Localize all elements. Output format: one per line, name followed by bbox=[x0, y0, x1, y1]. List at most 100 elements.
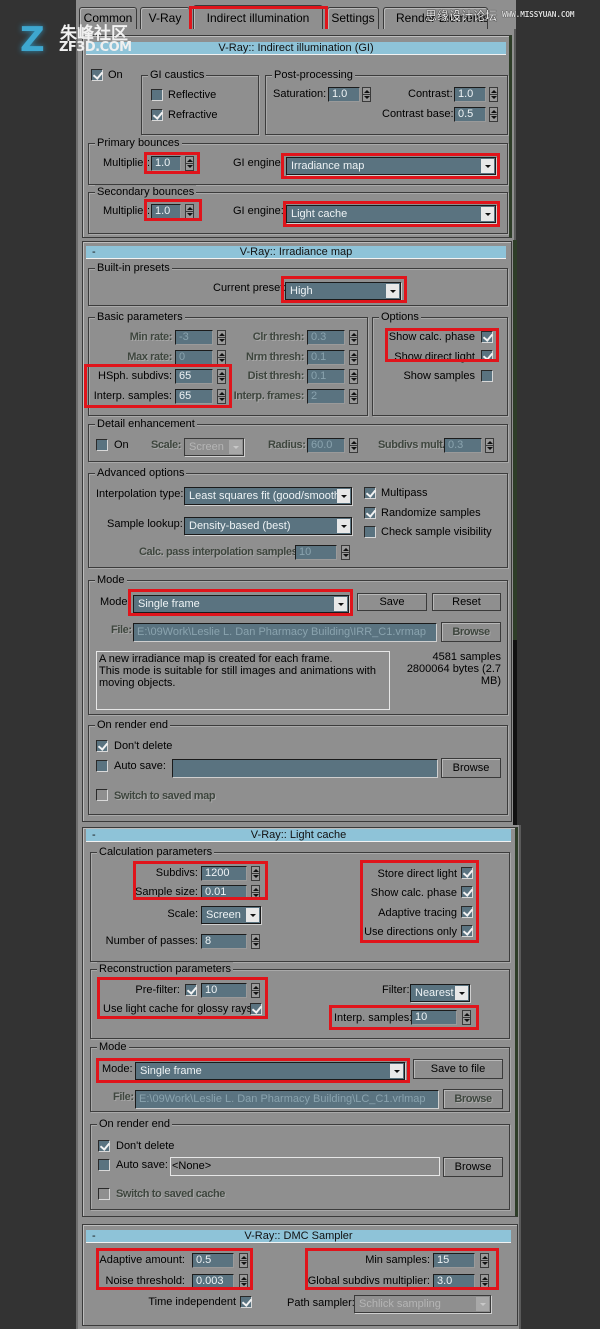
lc-passes-field[interactable]: 8 bbox=[201, 934, 247, 949]
show-calc-phase-checkbox[interactable] bbox=[481, 331, 493, 343]
primary-engine-dropdown[interactable]: Irradiance map bbox=[286, 157, 496, 175]
max-rate-field[interactable]: 0 bbox=[175, 350, 213, 365]
dmc-rollout-header[interactable]: - V-Ray:: DMC Sampler bbox=[86, 1230, 511, 1243]
adaptive-amount-spinner[interactable] bbox=[239, 1253, 248, 1268]
irr-mode-dropdown[interactable]: Single frame bbox=[133, 595, 349, 613]
secondary-multiplier-spinner[interactable] bbox=[185, 204, 194, 219]
lc-sample-size-spinner[interactable] bbox=[251, 885, 260, 900]
lc-interp-field[interactable]: 10 bbox=[411, 1010, 457, 1025]
secondary-engine-dropdown[interactable]: Light cache bbox=[286, 205, 496, 223]
interpolation-type-dropdown[interactable]: Least squares fit (good/smooth) bbox=[184, 487, 352, 505]
gi-rollout-header[interactable]: V-Ray:: Indirect illumination (GI) bbox=[86, 42, 506, 55]
lc-auto-save-browse-button[interactable]: Browse bbox=[443, 1157, 503, 1177]
hsph-subdivs-spinner[interactable] bbox=[217, 369, 226, 384]
contrast-base-spinner[interactable] bbox=[489, 107, 498, 122]
tab-indirect-illumination[interactable]: Indirect illumination bbox=[193, 5, 323, 31]
clr-thresh-spinner[interactable] bbox=[349, 330, 358, 345]
lc-sample-size-field[interactable]: 0.01 bbox=[201, 885, 247, 900]
radius-field[interactable]: 60.0 bbox=[307, 438, 345, 453]
prefilter-spinner[interactable] bbox=[251, 983, 260, 998]
noise-threshold-field[interactable]: 0.003 bbox=[192, 1274, 234, 1289]
reflective-checkbox[interactable] bbox=[151, 89, 163, 101]
nrm-thresh-spinner[interactable] bbox=[349, 350, 358, 365]
lc-passes-spinner[interactable] bbox=[251, 934, 260, 949]
lc-file-field[interactable]: E:\09Work\Leslie L. Dan Pharmacy Buildin… bbox=[135, 1090, 439, 1109]
path-sampler-dropdown[interactable]: Schlick sampling bbox=[354, 1295, 491, 1313]
dist-thresh-spinner[interactable] bbox=[349, 369, 358, 384]
global-subdivs-spinner[interactable] bbox=[480, 1274, 489, 1289]
min-rate-field[interactable]: -3 bbox=[175, 330, 213, 345]
irradiance-rollout-header[interactable]: - V-Ray:: Irradiance map bbox=[86, 246, 506, 259]
chevron-down-icon[interactable] bbox=[246, 908, 259, 922]
nrm-thresh-field[interactable]: 0.1 bbox=[307, 350, 345, 365]
prefilter-checkbox[interactable] bbox=[185, 984, 197, 996]
secondary-multiplier-field[interactable]: 1.0 bbox=[151, 204, 181, 219]
chevron-down-icon[interactable] bbox=[481, 159, 494, 173]
detail-on-checkbox[interactable] bbox=[96, 439, 108, 451]
calc-pass-field[interactable]: 10 bbox=[295, 545, 337, 560]
noise-threshold-spinner[interactable] bbox=[239, 1274, 248, 1289]
hsph-subdivs-field[interactable]: 65 bbox=[175, 369, 213, 384]
tab-vray[interactable]: V-Ray bbox=[140, 7, 190, 29]
irr-auto-save-browse-button[interactable]: Browse bbox=[441, 758, 501, 778]
chevron-down-icon[interactable] bbox=[337, 489, 350, 503]
prefilter-field[interactable]: 10 bbox=[201, 983, 247, 998]
collapse-icon[interactable]: - bbox=[92, 1230, 96, 1243]
contrast-field[interactable]: 1.0 bbox=[454, 87, 486, 102]
chevron-down-icon[interactable] bbox=[390, 1064, 403, 1078]
interp-samples-field[interactable]: 65 bbox=[175, 389, 213, 404]
refractive-checkbox[interactable] bbox=[151, 109, 163, 121]
contrast-base-field[interactable]: 0.5 bbox=[454, 107, 486, 122]
save-to-file-button[interactable]: Save to file bbox=[413, 1059, 503, 1079]
irr-switch-checkbox[interactable] bbox=[96, 789, 108, 801]
primary-multiplier-spinner[interactable] bbox=[185, 156, 194, 171]
chevron-down-icon[interactable] bbox=[229, 440, 242, 454]
lc-auto-save-checkbox[interactable] bbox=[98, 1159, 110, 1171]
gi-on-checkbox[interactable] bbox=[91, 69, 103, 81]
scrollbar-thumb[interactable] bbox=[513, 640, 517, 825]
lc-auto-save-field[interactable]: <None> bbox=[170, 1157, 440, 1176]
subdivs-mult-field[interactable]: 0.3 bbox=[444, 438, 482, 453]
chevron-down-icon[interactable] bbox=[386, 284, 399, 298]
irr-auto-save-field[interactable] bbox=[172, 759, 438, 778]
time-independent-checkbox[interactable] bbox=[240, 1296, 252, 1308]
adaptive-amount-field[interactable]: 0.5 bbox=[192, 1253, 234, 1268]
chevron-down-icon[interactable] bbox=[476, 1297, 489, 1311]
scrollbar[interactable] bbox=[513, 240, 517, 640]
global-subdivs-field[interactable]: 3.0 bbox=[433, 1274, 475, 1289]
primary-multiplier-field[interactable]: 1.0 bbox=[151, 156, 181, 171]
chevron-down-icon[interactable] bbox=[334, 597, 347, 611]
lc-subdivs-field[interactable]: 1200 bbox=[201, 866, 247, 881]
collapse-icon[interactable]: - bbox=[92, 246, 96, 259]
irr-browse-button[interactable]: Browse bbox=[441, 622, 501, 642]
lc-mode-dropdown[interactable]: Single frame bbox=[135, 1062, 405, 1080]
clr-thresh-field[interactable]: 0.3 bbox=[307, 330, 345, 345]
chevron-down-icon[interactable] bbox=[455, 986, 468, 1000]
lc-interp-spinner[interactable] bbox=[462, 1010, 471, 1025]
chevron-down-icon[interactable] bbox=[481, 207, 494, 221]
contrast-spinner[interactable] bbox=[489, 87, 498, 102]
show-direct-light-checkbox[interactable] bbox=[481, 350, 493, 362]
min-samples-spinner[interactable] bbox=[480, 1253, 489, 1268]
calc-pass-spinner[interactable] bbox=[341, 545, 350, 560]
adaptive-tracing-checkbox[interactable] bbox=[461, 906, 473, 918]
interp-frames-field[interactable]: 2 bbox=[307, 389, 345, 404]
lc-dont-delete-checkbox[interactable] bbox=[98, 1140, 110, 1152]
lc-scale-dropdown[interactable]: Screen bbox=[201, 906, 261, 924]
radius-spinner[interactable] bbox=[349, 438, 358, 453]
lc-switch-checkbox[interactable] bbox=[98, 1188, 110, 1200]
min-rate-spinner[interactable] bbox=[217, 330, 226, 345]
lc-show-calc-checkbox[interactable] bbox=[461, 886, 473, 898]
saturation-field[interactable]: 1.0 bbox=[328, 87, 360, 102]
tab-settings[interactable]: Settings bbox=[327, 7, 379, 29]
filter-dropdown[interactable]: Nearest bbox=[410, 984, 470, 1002]
dist-thresh-field[interactable]: 0.1 bbox=[307, 369, 345, 384]
saturation-spinner[interactable] bbox=[362, 87, 371, 102]
current-preset-dropdown[interactable]: High bbox=[285, 282, 401, 300]
light-cache-rollout-header[interactable]: - V-Ray:: Light cache bbox=[86, 829, 511, 842]
randomize-samples-checkbox[interactable] bbox=[364, 507, 376, 519]
chevron-down-icon[interactable] bbox=[337, 519, 350, 533]
store-direct-checkbox[interactable] bbox=[461, 867, 473, 879]
irr-reset-button[interactable]: Reset bbox=[432, 593, 501, 611]
max-rate-spinner[interactable] bbox=[217, 350, 226, 365]
